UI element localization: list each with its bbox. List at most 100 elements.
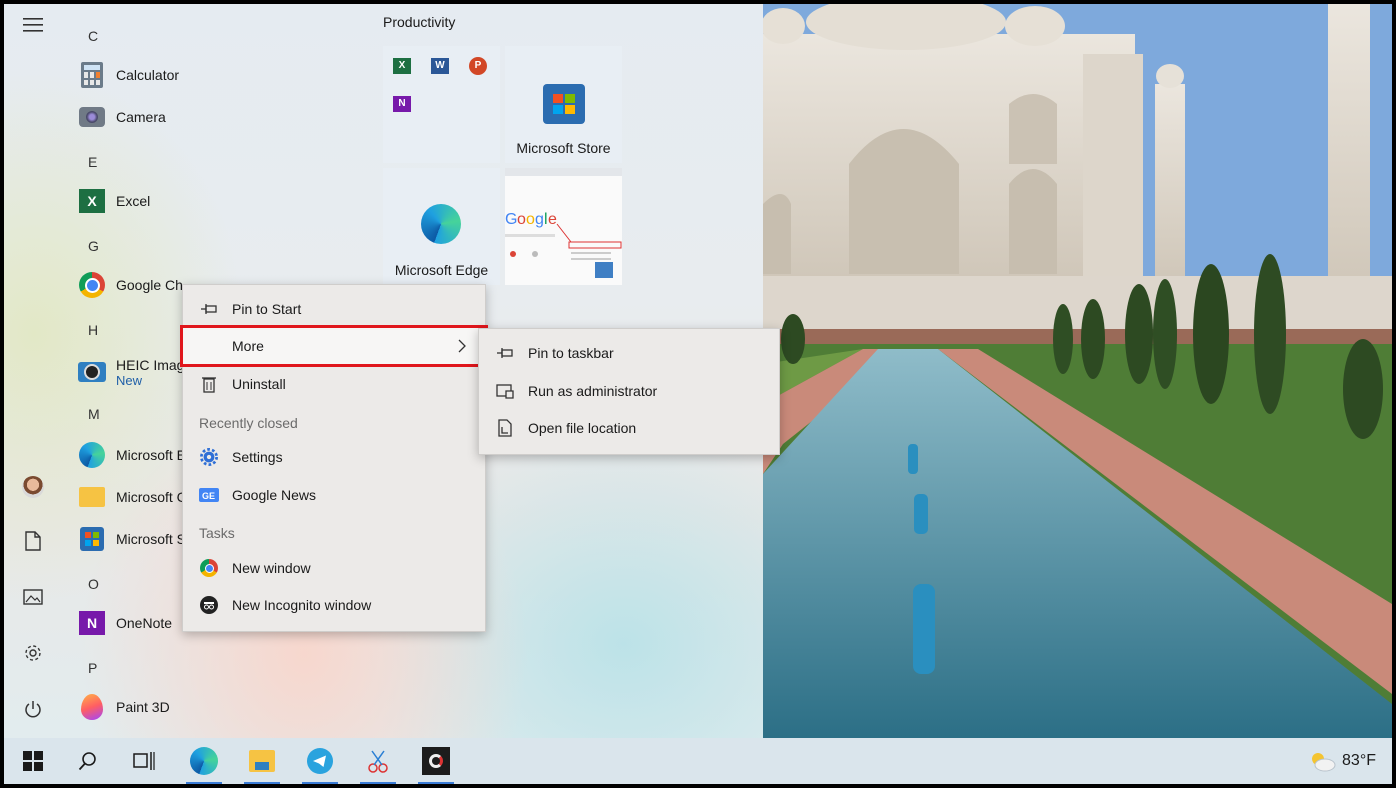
pin-icon xyxy=(199,299,219,319)
calculator-icon xyxy=(78,61,106,89)
power-button[interactable] xyxy=(16,692,50,726)
menu-item-pin-to-start[interactable]: Pin to Start xyxy=(183,291,485,327)
taskbar-file-explorer[interactable] xyxy=(236,738,288,784)
letter-header-g[interactable]: G xyxy=(88,238,99,254)
documents-button[interactable] xyxy=(16,524,50,558)
menu-item-uninstall[interactable]: Uninstall xyxy=(183,366,485,402)
start-button[interactable] xyxy=(6,738,60,784)
taskbar-obs[interactable] xyxy=(410,738,462,784)
task-view-icon xyxy=(133,752,155,770)
chrome-icon xyxy=(78,271,106,299)
app-microsoft-edge[interactable]: Microsoft E xyxy=(78,438,186,472)
menu-item-settings[interactable]: Settings xyxy=(183,439,485,475)
tile-microsoft-edge[interactable]: Microsoft Edge xyxy=(383,168,500,285)
menu-item-new-window[interactable]: New window xyxy=(183,550,485,586)
pictures-icon xyxy=(23,589,43,605)
taj-mahal-photo xyxy=(763,4,1392,738)
weather-temperature: 83°F xyxy=(1342,752,1376,769)
heic-icon xyxy=(78,358,106,386)
file-location-icon xyxy=(495,418,515,438)
menu-item-open-file-location[interactable]: Open file location xyxy=(479,410,779,446)
weather-widget[interactable]: 83°F xyxy=(1308,738,1376,784)
windows-start-icon xyxy=(23,751,43,771)
menu-item-label: More xyxy=(232,338,264,354)
more-submenu: Pin to taskbar Run as administrator Open… xyxy=(478,328,780,455)
app-calculator[interactable]: Calculator xyxy=(78,58,179,92)
telegram-icon xyxy=(307,748,333,774)
svg-text:GE: GE xyxy=(202,491,215,501)
shield-icon xyxy=(495,381,515,401)
hamburger-icon xyxy=(23,18,43,32)
svg-text:o: o xyxy=(517,211,526,228)
onenote-mini-icon: N xyxy=(393,96,411,112)
menu-item-more[interactable]: More xyxy=(180,325,488,367)
pin-icon xyxy=(495,343,515,363)
letter-header-e[interactable]: E xyxy=(88,154,97,170)
pictures-button[interactable] xyxy=(16,580,50,614)
store-icon xyxy=(78,525,106,553)
chevron-right-icon xyxy=(458,339,466,353)
menu-item-google-news[interactable]: GE Google News xyxy=(183,477,485,513)
trash-icon xyxy=(199,374,219,394)
new-badge: New xyxy=(116,372,143,388)
svg-text:g: g xyxy=(535,211,544,228)
screen-frame: C E G H M O P Calculator Camera X Excel … xyxy=(0,0,1396,788)
menu-item-run-as-administrator[interactable]: Run as administrator xyxy=(479,373,779,409)
tile-microsoft-store[interactable]: Microsoft Store xyxy=(505,46,622,163)
menu-item-new-incognito-window[interactable]: New Incognito window xyxy=(183,587,485,623)
search-icon xyxy=(78,752,96,771)
user-account-button[interactable] xyxy=(16,470,50,504)
tile-label: Microsoft Store xyxy=(516,140,611,156)
edge-icon xyxy=(421,204,461,244)
taskbar-snip-sketch[interactable] xyxy=(352,738,404,784)
app-microsoft-office[interactable]: Microsoft C xyxy=(78,480,187,514)
app-excel[interactable]: X Excel xyxy=(78,184,150,218)
tile-label: Microsoft Edge xyxy=(394,262,489,278)
taskbar-telegram[interactable] xyxy=(294,738,346,784)
gear-icon xyxy=(199,447,219,467)
settings-button[interactable] xyxy=(16,636,50,670)
letter-header-c[interactable]: C xyxy=(88,28,98,44)
app-microsoft-store[interactable]: Microsoft S xyxy=(78,522,186,556)
obs-icon xyxy=(422,747,450,775)
app-onenote[interactable]: N OneNote xyxy=(78,606,172,640)
letter-header-p[interactable]: P xyxy=(88,660,97,676)
menu-item-label: Pin to Start xyxy=(232,301,302,317)
app-label: Calculator xyxy=(116,67,180,83)
section-tasks: Tasks xyxy=(199,525,235,541)
folder-icon xyxy=(78,483,106,511)
tile-office-folder[interactable]: X W P N xyxy=(383,46,500,163)
letter-header-h[interactable]: H xyxy=(88,322,98,338)
app-label: OneNote xyxy=(116,615,173,631)
app-heic-image[interactable]: HEIC Imag New xyxy=(78,352,184,392)
task-view-button[interactable] xyxy=(118,738,170,784)
menu-item-pin-to-taskbar[interactable]: Pin to taskbar xyxy=(479,335,779,371)
partly-cloudy-icon xyxy=(1312,753,1336,772)
app-label: Microsoft E xyxy=(116,447,187,463)
screenshot-thumbnail: G o o g l e xyxy=(505,168,622,278)
file-explorer-icon xyxy=(249,750,275,772)
letter-header-m[interactable]: M xyxy=(88,406,100,422)
svg-text:e: e xyxy=(548,211,557,228)
app-label: Microsoft C xyxy=(116,489,187,505)
section-recently-closed: Recently closed xyxy=(199,415,298,431)
menu-item-label: Settings xyxy=(232,449,283,465)
onenote-icon: N xyxy=(78,609,106,637)
tile-photo-preview[interactable]: G o o g l e xyxy=(505,168,622,285)
app-camera[interactable]: Camera xyxy=(78,100,166,134)
app-google-chrome[interactable]: Google Ch xyxy=(78,268,183,302)
search-button[interactable] xyxy=(62,738,114,784)
document-icon xyxy=(25,531,41,551)
app-label: Camera xyxy=(116,109,166,125)
menu-item-label: Pin to taskbar xyxy=(528,345,614,361)
camera-icon xyxy=(78,103,106,131)
svg-text:o: o xyxy=(526,211,535,228)
app-label: Excel xyxy=(116,193,151,209)
menu-item-label: Run as administrator xyxy=(528,383,658,399)
powerpoint-mini-icon: P xyxy=(469,57,487,75)
taskbar-edge[interactable] xyxy=(178,738,230,784)
hamburger-menu-button[interactable] xyxy=(16,8,50,42)
app-paint-3d[interactable]: Paint 3D xyxy=(78,690,170,724)
letter-header-o[interactable]: O xyxy=(88,576,99,592)
tile-group-title[interactable]: Productivity xyxy=(383,14,455,30)
